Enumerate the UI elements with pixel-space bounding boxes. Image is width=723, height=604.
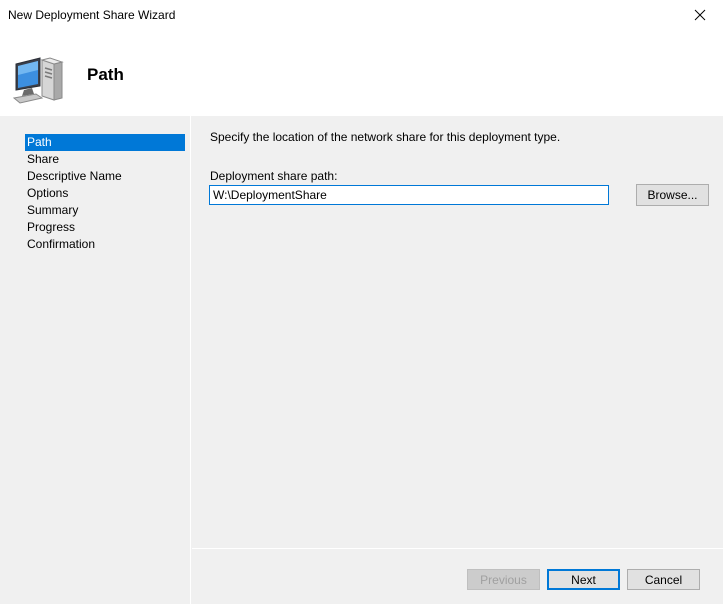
computer-icon	[12, 57, 64, 104]
wizard-header: Path	[0, 30, 723, 116]
step-item-progress[interactable]: Progress	[25, 219, 185, 236]
step-item-summary[interactable]: Summary	[25, 202, 185, 219]
wizard-window: New Deployment Share Wizard Path Path Sh…	[0, 0, 723, 604]
close-icon	[694, 9, 706, 21]
wizard-steps-list: Path Share Descriptive Name Options Summ…	[25, 134, 185, 253]
path-label: Deployment share path:	[210, 169, 338, 183]
cancel-button[interactable]: Cancel	[627, 569, 700, 590]
next-button[interactable]: Next	[547, 569, 620, 590]
wizard-steps-sidebar: Path Share Descriptive Name Options Summ…	[0, 116, 191, 604]
browse-button[interactable]: Browse...	[636, 184, 709, 206]
step-item-path[interactable]: Path	[25, 134, 185, 151]
step-item-share[interactable]: Share	[25, 151, 185, 168]
instruction-text: Specify the location of the network shar…	[210, 130, 561, 144]
step-item-options[interactable]: Options	[25, 185, 185, 202]
wizard-body: Path Share Descriptive Name Options Summ…	[0, 116, 723, 604]
step-item-confirmation[interactable]: Confirmation	[25, 236, 185, 253]
close-button[interactable]	[677, 0, 723, 30]
title-bar: New Deployment Share Wizard	[0, 0, 723, 30]
wizard-footer: Previous Next Cancel	[192, 548, 723, 604]
window-title: New Deployment Share Wizard	[8, 8, 176, 22]
deployment-share-path-input[interactable]	[209, 185, 609, 205]
previous-button[interactable]: Previous	[467, 569, 540, 590]
wizard-content: Specify the location of the network shar…	[192, 116, 723, 548]
step-item-descriptive-name[interactable]: Descriptive Name	[25, 168, 185, 185]
page-title: Path	[87, 65, 124, 84]
